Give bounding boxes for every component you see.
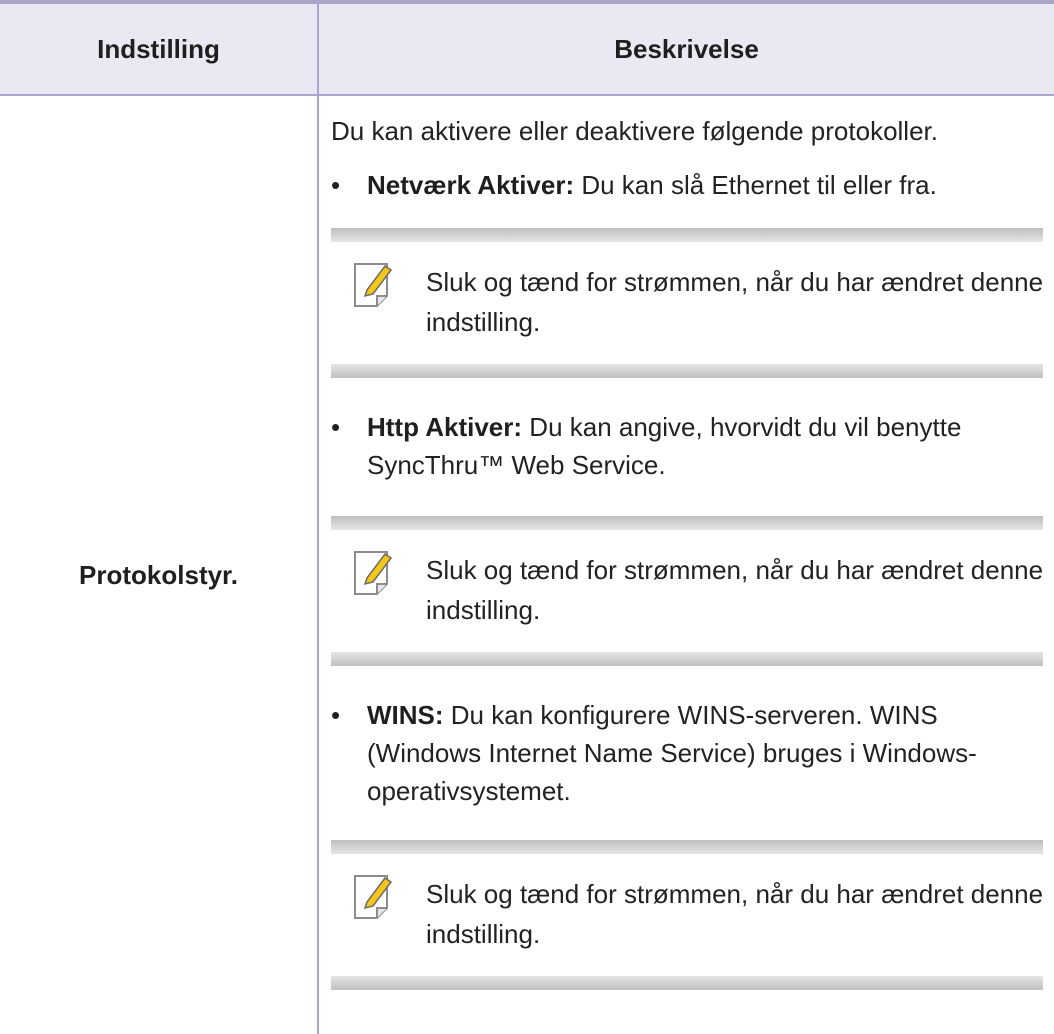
note-text: Sluk og tænd for strømmen, når du har æn… — [426, 267, 1044, 337]
item-term: Http Aktiver: — [367, 412, 523, 442]
note-top-bar — [331, 516, 1043, 530]
header-description: Beskrivelse — [614, 34, 759, 64]
note-pencil-icon — [354, 551, 393, 595]
item-text: Du kan konfigurere WINS-serveren. WINS (… — [367, 700, 977, 806]
item-term: Netværk Aktiver: — [367, 170, 575, 200]
list-item: • Http Aktiver: Du kan angive, hvorvidt … — [331, 408, 1043, 484]
note-pencil-icon — [354, 263, 393, 307]
note-box: Sluk og tænd for strømmen, når du har æn… — [331, 228, 1043, 378]
note-pencil-icon — [354, 875, 393, 919]
note-bottom-bar — [331, 976, 1043, 990]
note-box: Sluk og tænd for strømmen, når du har æn… — [331, 516, 1043, 666]
item-text: Du kan slå Ethernet til eller fra. — [574, 170, 937, 200]
note-top-bar — [331, 840, 1043, 854]
list-item: • WINS: Du kan konfigurere WINS-serveren… — [331, 696, 1043, 810]
bullet-dot: • — [331, 170, 341, 200]
note-text: Sluk og tænd for strømmen, når du har æn… — [426, 555, 1044, 625]
list-item: • Netværk Aktiver: Du kan slå Ethernet t… — [331, 166, 1043, 204]
header-setting: Indstilling — [97, 34, 220, 64]
bullet-dot: • — [331, 700, 341, 730]
note-bottom-bar — [331, 652, 1043, 666]
bullet-dot: • — [331, 412, 341, 442]
note-top-bar — [331, 228, 1043, 242]
note-text: Sluk og tænd for strømmen, når du har æn… — [426, 879, 1044, 949]
note-box: Sluk og tænd for strømmen, når du har æn… — [331, 840, 1043, 990]
description-cell: Du kan aktivere eller deaktivere følgend… — [319, 96, 1054, 1034]
item-term: WINS: — [367, 700, 444, 730]
setting-name: Protokolstyr. — [79, 560, 238, 590]
intro-text: Du kan aktivere eller deaktivere følgend… — [331, 116, 938, 146]
note-bottom-bar — [331, 364, 1043, 378]
